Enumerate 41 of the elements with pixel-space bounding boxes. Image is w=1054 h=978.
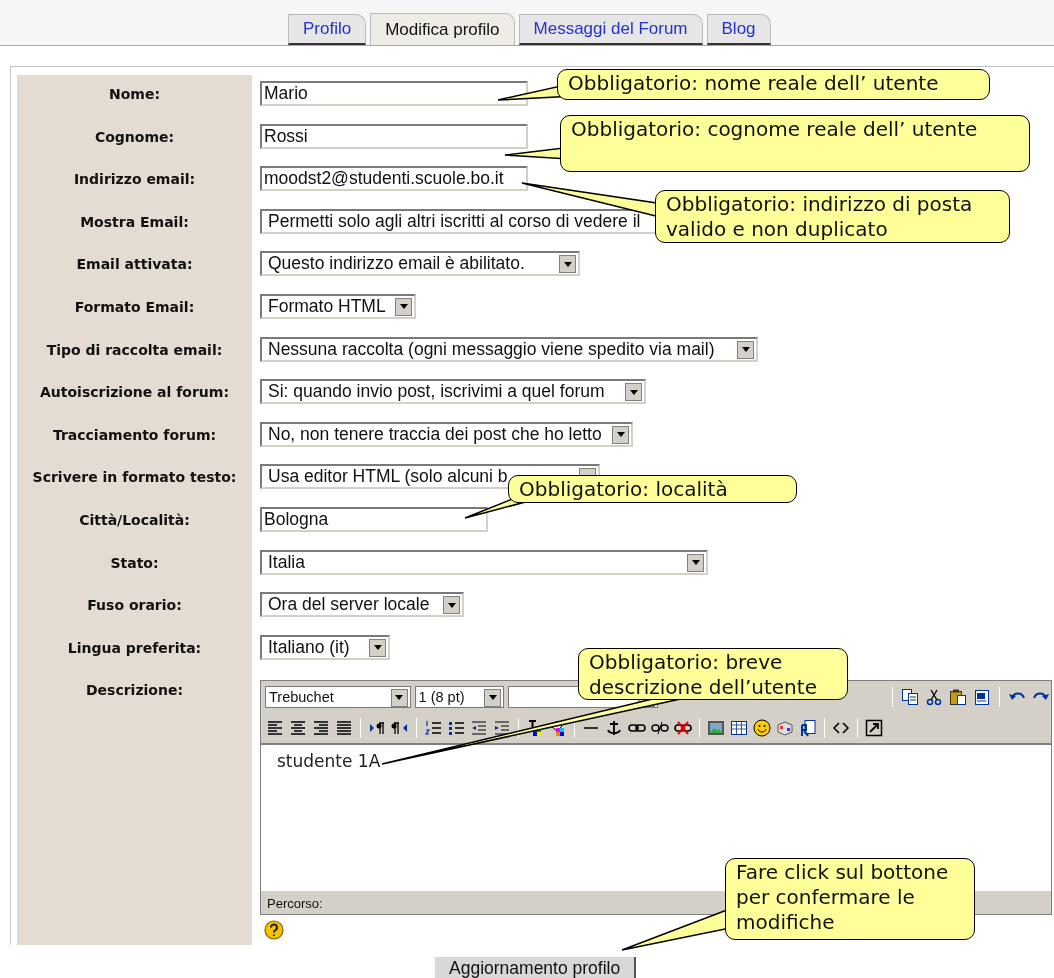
field-label: Descrizione: xyxy=(85,682,184,699)
field-label: Lingua preferita: xyxy=(67,639,202,656)
callout-tooltip: Fare click sul bottone per confermare le modifiche xyxy=(725,858,975,940)
field-label: Formato Email: xyxy=(74,298,195,315)
size-dropdown[interactable]: 1 (8 pt) xyxy=(414,685,505,708)
dropdown[interactable]: Italia xyxy=(260,549,708,575)
dropdown[interactable]: No, non tenere traccia dei post che ho letto xyxy=(260,421,633,447)
expand-icon[interactable] xyxy=(864,717,884,738)
input-field[interactable]: Rossi xyxy=(260,123,528,149)
dropdown[interactable]: Formato HTML xyxy=(260,293,416,319)
dropdown[interactable]: Si: quando invio post, iscrivimi a quel forum xyxy=(260,379,646,405)
dropdown[interactable]: Nessuna raccolta (ogni messaggio viene spedito via mail) xyxy=(260,336,758,362)
field-label: Tipo di raccolta email: xyxy=(46,341,223,358)
field-label: Autoiscrizione al forum: xyxy=(39,384,229,401)
tab[interactable]: Modifica profilo xyxy=(370,13,515,45)
field-label: Tracciamento forum: xyxy=(52,426,217,443)
tab[interactable]: Messaggi del Forum xyxy=(518,14,703,45)
dropdown[interactable]: Questo indirizzo email è abilitato. xyxy=(260,251,580,277)
field-label: Mostra Email: xyxy=(80,213,189,230)
callout-tooltip: Obbligatorio: cognome reale dell’ utente xyxy=(560,115,1030,172)
input-field[interactable]: moodst2@studenti.scuole.bo.it xyxy=(260,166,528,192)
field-label: Indirizzo email: xyxy=(73,171,196,188)
help-icon[interactable] xyxy=(264,920,284,941)
tab[interactable]: Blog xyxy=(706,14,771,45)
smiley-icon[interactable] xyxy=(752,717,772,738)
font-dropdown[interactable]: Trebuchet xyxy=(265,685,411,708)
dropdown[interactable]: Ora del server locale xyxy=(260,592,464,618)
document-icon[interactable] xyxy=(798,717,818,738)
input-field[interactable]: Bologna xyxy=(260,506,488,532)
field-label: Scrivere in formato testo: xyxy=(32,469,237,486)
field-label: Email attivata: xyxy=(76,256,193,273)
tab[interactable]: Profilo xyxy=(288,14,367,45)
copy-icon[interactable] xyxy=(900,686,920,707)
field-label: Stato: xyxy=(110,554,159,571)
input-field[interactable]: Mario xyxy=(260,81,528,106)
submit-button[interactable]: Aggiornamento profilo xyxy=(435,957,637,978)
dropdown[interactable]: Italiano (it) xyxy=(260,634,390,660)
field-label: Nome: xyxy=(109,86,160,102)
field-label: Cognome: xyxy=(94,128,175,145)
field-label: Fuso orario: xyxy=(87,597,182,614)
field-label: Città/Località: xyxy=(79,511,190,528)
